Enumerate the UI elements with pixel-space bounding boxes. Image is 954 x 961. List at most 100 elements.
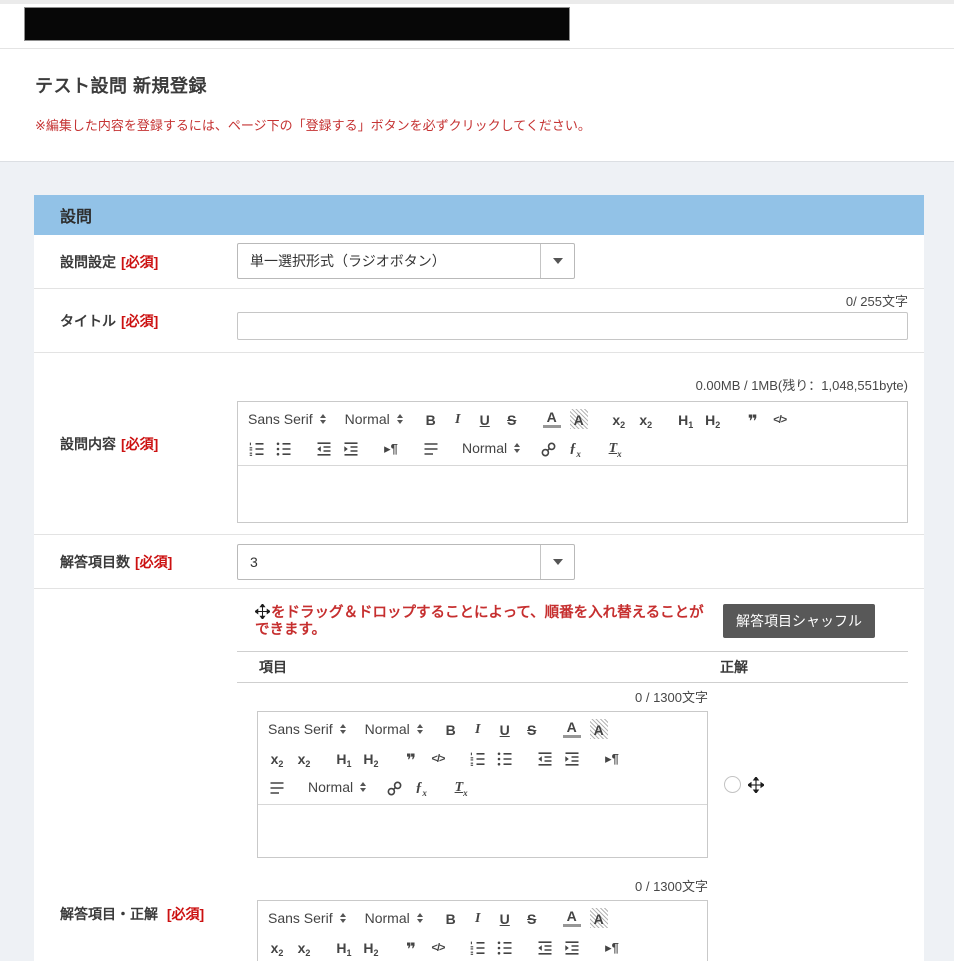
code-button[interactable]: </> <box>429 937 447 957</box>
blockquote-button[interactable]: ❞ <box>402 748 420 768</box>
toolbar-paragraph-select[interactable]: Normal <box>345 411 403 427</box>
bold-button[interactable]: B <box>422 409 440 429</box>
correct-answer-radio[interactable] <box>724 776 741 793</box>
content-editor-textarea[interactable] <box>238 466 907 522</box>
code-button[interactable]: </> <box>429 748 447 768</box>
strike-button[interactable]: S <box>523 908 541 928</box>
italic-button[interactable]: I <box>469 908 487 928</box>
color-button[interactable]: A <box>563 720 581 738</box>
formula-button[interactable]: ƒx <box>566 438 584 458</box>
h1-button[interactable]: H1 <box>335 937 353 957</box>
toolbar-paragraph-select[interactable]: Normal <box>365 910 423 926</box>
list-bullet-icon[interactable] <box>275 438 293 458</box>
app-bar <box>0 4 954 48</box>
question-type-label: 設問設定 [必須] <box>34 235 237 288</box>
section-header: 設問 <box>34 195 924 235</box>
subscript-button[interactable]: x2 <box>268 937 286 957</box>
content-label: 設問内容 [必須] <box>34 353 237 534</box>
content-area: 設問 設問設定 [必須] 単一選択形式（ラジオボタン） タイトル <box>0 162 954 961</box>
row-answers: 解答項目・正解 [必須] をドラッグ＆ドロップすることによって、順番を入れ替える… <box>34 589 924 961</box>
answer-item: 0 / 1300文字 Sans SerifNormalBIUSAAx2x2H1H… <box>237 691 908 858</box>
answer-item: 0 / 1300文字 Sans SerifNormalBIUSAAx2x2H1H… <box>237 880 908 961</box>
background-button[interactable]: A <box>590 719 608 739</box>
outdent-icon[interactable] <box>536 748 554 768</box>
align-icon[interactable] <box>268 777 286 797</box>
content-editor: Sans Serif Normal BIUS AAx2 x2 H1 H2 ❞ </> ▸¶ Norm… <box>237 401 908 523</box>
list-ordered-icon[interactable] <box>469 748 487 768</box>
list-ordered-icon[interactable] <box>248 438 266 458</box>
underline-button[interactable]: U <box>476 409 494 429</box>
bold-button[interactable]: B <box>442 719 460 739</box>
superscript-button[interactable]: x2 <box>295 748 313 768</box>
clean-button[interactable]: Tx <box>606 438 624 458</box>
list-bullet-icon[interactable] <box>496 937 514 957</box>
toolbar-size-select[interactable]: Normal <box>308 779 366 795</box>
toolbar-font-select[interactable]: Sans Serif <box>268 721 346 737</box>
italic-button[interactable]: I <box>469 719 487 739</box>
content-size-counter: 0.00MB / 1MB(残り：1,048,551byte) <box>237 379 908 393</box>
indent-icon[interactable] <box>563 748 581 768</box>
outdent-icon[interactable] <box>536 937 554 957</box>
superscript-button[interactable]: x2 <box>637 409 655 429</box>
indent-icon[interactable] <box>342 438 360 458</box>
strike-button[interactable]: S <box>523 719 541 739</box>
shuffle-button[interactable]: 解答項目シャッフル <box>723 604 875 638</box>
background-button[interactable]: A <box>590 908 608 928</box>
list-bullet-icon[interactable] <box>496 748 514 768</box>
section-title: 設問 <box>60 203 92 227</box>
answer-count-value: 3 <box>238 554 540 570</box>
question-type-value: 単一選択形式（ラジオボタン） <box>238 251 540 271</box>
column-correct: 正解 <box>720 657 748 677</box>
link-icon[interactable] <box>385 777 403 797</box>
answer-editor: Sans Serif Normal BIUS AAx2 x2 H1 H2 ❞ </> ▸¶ Norm… <box>257 711 708 858</box>
background-button[interactable]: A <box>570 409 588 429</box>
required-badge: [必須] <box>121 435 158 453</box>
row-answer-count: 解答項目数 [必須] 3 <box>34 535 924 589</box>
align-icon[interactable] <box>422 438 440 458</box>
indent-icon[interactable] <box>563 937 581 957</box>
toolbar-paragraph-select[interactable]: Normal <box>365 721 423 737</box>
toolbar-font-select[interactable]: Sans Serif <box>268 910 346 926</box>
page-header: テスト設問 新規登録 ※編集した内容を登録するには、ページ下の「登録する」ボタン… <box>0 49 954 162</box>
answer-editor: Sans SerifNormalBIUSAAx2x2H1H2❞</>▸¶Norm… <box>257 900 708 961</box>
bold-button[interactable]: B <box>442 908 460 928</box>
clean-button[interactable]: Tx <box>452 777 470 797</box>
toolbar-font-select[interactable]: Sans Serif <box>248 411 326 427</box>
subscript-button[interactable]: x2 <box>610 409 628 429</box>
link-icon[interactable] <box>539 438 557 458</box>
formula-button[interactable]: ƒx <box>412 777 430 797</box>
underline-button[interactable]: U <box>496 719 514 739</box>
superscript-button[interactable]: x2 <box>295 937 313 957</box>
direction-button[interactable]: ▸¶ <box>603 937 621 957</box>
direction-button[interactable]: ▸¶ <box>603 748 621 768</box>
underline-button[interactable]: U <box>496 908 514 928</box>
color-button[interactable]: A <box>543 410 561 428</box>
blockquote-button[interactable]: ❞ <box>402 937 420 957</box>
code-button[interactable]: </> <box>771 409 789 429</box>
question-type-select[interactable]: 単一選択形式（ラジオボタン） <box>237 243 575 279</box>
h2-button[interactable]: H2 <box>704 409 722 429</box>
italic-button[interactable]: I <box>449 409 467 429</box>
list-ordered-icon[interactable] <box>469 937 487 957</box>
h1-button[interactable]: H1 <box>677 409 695 429</box>
title-input[interactable] <box>237 312 908 340</box>
h2-button[interactable]: H2 <box>362 937 380 957</box>
required-badge: [必須] <box>135 553 172 571</box>
outdent-icon[interactable] <box>315 438 333 458</box>
column-item: 項目 <box>237 657 720 677</box>
title-label: タイトル [必須] <box>34 289 237 352</box>
color-button[interactable]: A <box>563 909 581 927</box>
subscript-button[interactable]: x2 <box>268 748 286 768</box>
drag-note-row: をドラッグ＆ドロップすることによって、順番を入れ替えることができます。 解答項目… <box>237 604 908 638</box>
h2-button[interactable]: H2 <box>362 748 380 768</box>
drag-handle-icon[interactable] <box>748 777 764 793</box>
answer-count-select[interactable]: 3 <box>237 544 575 580</box>
toolbar-size-select[interactable]: Normal <box>462 440 520 456</box>
blockquote-button[interactable]: ❞ <box>744 409 762 429</box>
title-char-counter: 0/ 255文字 <box>237 295 908 309</box>
h1-button[interactable]: H1 <box>335 748 353 768</box>
answer-editor-textarea[interactable] <box>258 805 707 857</box>
page-note: ※編集した内容を登録するには、ページ下の「登録する」ボタンを必ずクリックしてくだ… <box>35 115 954 134</box>
strike-button[interactable]: S <box>503 409 521 429</box>
direction-button[interactable]: ▸¶ <box>382 438 400 458</box>
